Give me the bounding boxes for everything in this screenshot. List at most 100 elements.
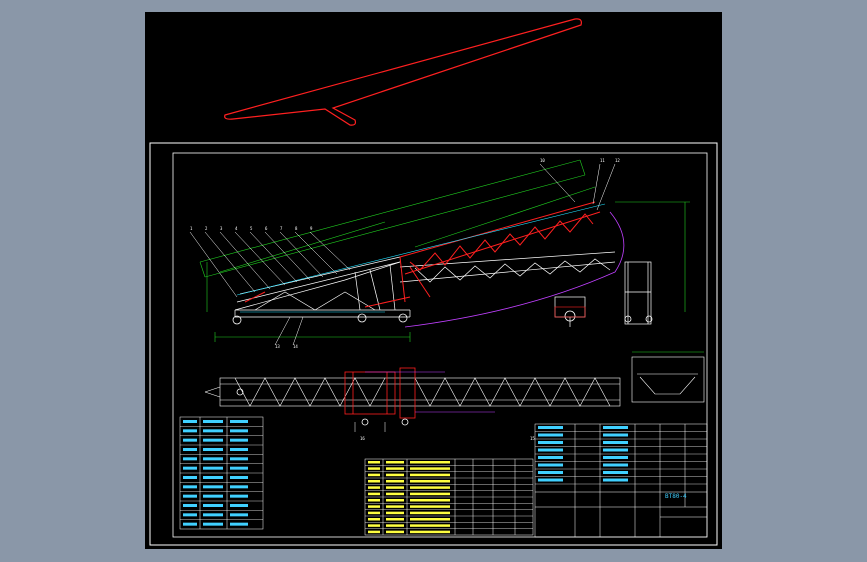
parts-cell-no [368,511,380,515]
title-cell-name [603,426,628,429]
spec-cell-value [203,494,223,498]
parts-cell-name [410,480,450,483]
title-cell-code [538,471,563,474]
parts-cell-code [386,486,404,489]
leader-number: 13 [275,344,280,349]
title-cell-name [603,471,628,474]
spec-cell-unit [230,476,248,479]
spec-cell-unit [230,448,248,451]
spec-cell-value [203,522,223,526]
parts-cell-code [386,518,404,521]
spec-cell-label [183,429,197,433]
parts-cell-name [410,492,450,496]
spec-cell-label [183,448,197,451]
spec-cell-unit [230,522,248,526]
parts-cell-no [368,473,380,477]
sheet-frame [149,142,718,546]
spec-cell-value [203,429,223,433]
leader-number: 5 [250,226,253,231]
spec-cell-value [203,513,223,517]
parts-cell-no [368,486,380,489]
title-cell-name [603,433,628,437]
parts-cell-code [386,524,404,527]
cad-drawing: BT80-4 1 2 3 4 5 6 7 8 910 11 1213 141516 [149,18,718,546]
leader-number: 8 [295,226,298,231]
leader-number: 15 [530,436,535,441]
spec-cell-value [203,485,223,489]
parts-cell-no [368,467,380,470]
spec-cell-value [203,420,223,423]
parts-cell-code [386,473,404,477]
title-cell-name [603,478,628,482]
title-cell-code [538,426,563,429]
title-cell-code [538,433,563,437]
leader-number: 16 [360,436,365,441]
parts-cell-name [410,530,450,534]
spec-cell-label [183,485,197,489]
parts-cell-code [386,530,404,534]
spec-cell-label [183,494,197,498]
spec-cell-unit [230,457,248,461]
leader-number: 11 [600,158,605,163]
parts-cell-no [368,518,380,521]
leader-number: 12 [615,158,620,163]
spec-cell-unit [230,429,248,433]
parts-cell-name [410,505,450,508]
plan-view [204,367,621,432]
parts-cell-code [386,505,404,508]
parts-list-table [364,458,534,536]
title-block: BT80-4 [534,423,708,538]
parts-cell-name [410,524,450,527]
red-outline-shape [224,18,582,126]
parts-cell-no [368,492,380,496]
leader-number: 14 [293,344,298,349]
title-cell-name [603,463,628,467]
title-cell-code [538,456,563,459]
spec-cell-value [203,466,223,470]
parts-cell-code [386,511,404,515]
parts-cell-no [368,524,380,527]
spec-cell-label [183,513,197,517]
leader-number: 6 [265,226,268,231]
title-cell-code [538,441,563,444]
parts-cell-no [368,499,380,502]
parts-cell-name [410,518,450,521]
parts-cell-code [386,492,404,496]
parts-cell-code [386,461,404,464]
spec-cell-value [203,448,223,451]
spec-cell-value [203,504,223,507]
leader-number: 10 [540,158,545,163]
spec-cell-unit [230,438,248,442]
parts-cell-no [368,480,380,483]
parts-cell-name [410,461,450,464]
spec-cell-label [183,457,197,461]
parts-cell-no [368,505,380,508]
leader-number: 4 [235,226,238,231]
spec-cell-unit [230,466,248,470]
spec-cell-unit [230,420,248,423]
spec-cell-label [183,438,197,442]
parts-cell-code [386,480,404,483]
spec-cell-label [183,476,197,479]
spec-cell-label [183,420,197,423]
parts-cell-code [386,467,404,470]
spec-cell-unit [230,513,248,517]
leader-number: 3 [220,226,223,231]
parts-cell-name [410,473,450,477]
spec-cell-unit [230,485,248,489]
spec-cell-unit [230,504,248,507]
spec-cell-label [183,504,197,507]
leader-number: 9 [310,226,313,231]
parts-cell-name [410,499,450,502]
cad-viewport[interactable]: BT80-4 1 2 3 4 5 6 7 8 9 10 11 12 13 14 15 16 [145,12,722,549]
title-cell-name [603,448,628,452]
spec-cell-value [203,476,223,479]
spec-cell-value [203,457,223,461]
parts-cell-name [410,511,450,515]
parts-cell-name [410,486,450,489]
parts-cell-name [410,467,450,470]
spec-cell-label [183,466,197,470]
parts-cell-code [386,499,404,502]
title-cell-code [538,478,563,482]
title-cell-name [603,456,628,459]
